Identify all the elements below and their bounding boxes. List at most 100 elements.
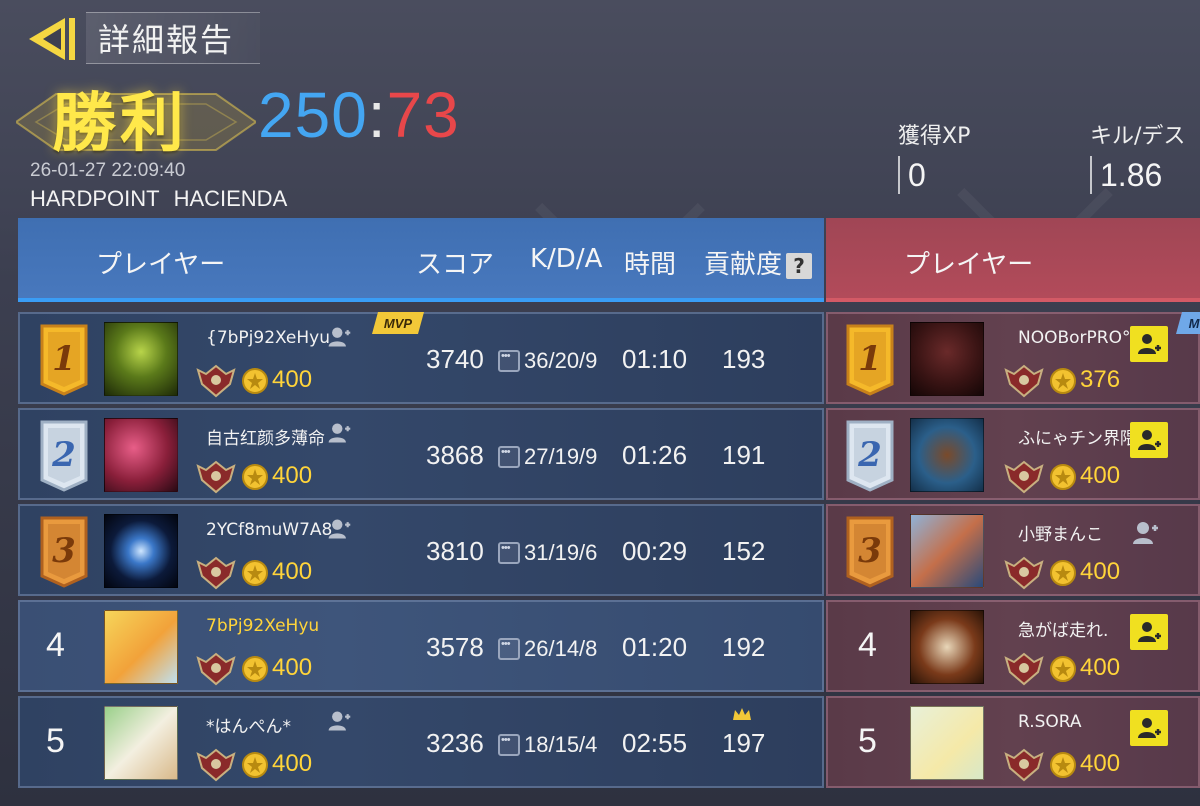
player-name: 自古红颜多薄命 — [206, 429, 325, 449]
player-kda: 27/19/9 — [524, 444, 598, 469]
rank-number: 4 — [858, 626, 877, 664]
player-name: 急がば走れ. — [1018, 621, 1109, 641]
player-name: {7bPj92XeHyu — [206, 328, 330, 348]
mode-map: HARDPOINT HACIENDA — [30, 186, 301, 212]
player-contribution: 152 — [722, 536, 766, 566]
mvp-label: M — [1189, 316, 1200, 331]
player-level: 400 — [1080, 462, 1121, 489]
player-time: 01:20 — [622, 632, 688, 662]
red-player-row[interactable]: 2 ふにゃチン界隈 400 — [826, 408, 1200, 500]
add-friend-button[interactable] — [1130, 422, 1168, 458]
player-contribution: 191 — [722, 440, 766, 470]
col-score: スコア — [416, 250, 495, 280]
player-level: 400 — [1080, 654, 1121, 681]
rank-badge-icon: 3 — [40, 516, 88, 588]
blue-player-row[interactable]: 3 2YCf8muW7A8 400 3810 31/19/6 00:29 152 — [18, 504, 824, 596]
rank-badge-icon: 3 — [846, 516, 894, 588]
coin-icon — [1050, 560, 1076, 586]
player-avatar[interactable] — [104, 610, 178, 684]
back-button[interactable] — [22, 12, 84, 66]
coin-icon — [242, 560, 268, 586]
blue-team-score: 250 — [258, 79, 368, 151]
chat-icon[interactable] — [498, 734, 520, 756]
player-score: 3810 — [426, 536, 484, 566]
coin-icon — [242, 368, 268, 394]
help-icon[interactable]: ? — [786, 252, 813, 279]
final-score: 250:73 — [258, 78, 460, 152]
red-player-row[interactable]: 3 小野まんこ 400 — [826, 504, 1200, 596]
blue-player-row[interactable]: 4 7bPj92XeHyu 400 3578 26/14/8 01:20 192 — [18, 600, 824, 692]
player-level: 400 — [272, 750, 313, 777]
blue-player-row[interactable]: 1 {7bPj92XeHyu 400 MVP 3740 36/20/9 01:10 1… — [18, 312, 824, 404]
add-friend-icon — [1138, 622, 1161, 642]
rank-number: 5 — [46, 722, 65, 760]
mvp-badge: MVP — [372, 312, 424, 334]
player-name: 小野まんこ — [1018, 525, 1103, 545]
victory-label: 勝利 — [52, 87, 188, 161]
xp-value: 0 — [908, 156, 926, 193]
player-score: 3740 — [426, 344, 484, 374]
xp-stat: 獲得XP 0 — [898, 118, 970, 194]
rank-emblem-icon — [1004, 748, 1044, 782]
add-friend-button[interactable] — [1130, 710, 1168, 746]
friend-icon[interactable] — [1130, 518, 1160, 548]
crown-icon — [733, 708, 751, 720]
add-friend-button[interactable] — [1130, 614, 1168, 650]
player-avatar[interactable] — [104, 514, 178, 588]
chat-icon[interactable] — [498, 542, 520, 564]
chat-icon[interactable] — [498, 350, 520, 372]
friend-icon[interactable] — [326, 324, 352, 350]
rank-number: 4 — [46, 626, 65, 664]
coin-icon — [242, 752, 268, 778]
add-friend-icon — [1138, 718, 1161, 738]
player-level: 400 — [1080, 750, 1121, 777]
player-name: 2YCf8muW7A8 — [206, 520, 333, 540]
col-contribution: 貢献度? — [704, 244, 813, 281]
score-separator: : — [367, 79, 387, 151]
col-kda: K/D/A — [530, 244, 603, 274]
player-contribution: 193 — [722, 344, 766, 374]
blue-player-row[interactable]: 2 自古红颜多薄命 400 3868 27/19/9 01:26 191 — [18, 408, 824, 500]
svg-text:1: 1 — [52, 339, 76, 379]
player-kda: 26/14/8 — [524, 636, 598, 661]
player-avatar[interactable] — [104, 418, 178, 492]
add-friend-button[interactable] — [1130, 326, 1168, 362]
rank-emblem-icon — [196, 364, 236, 398]
rank-emblem-icon — [196, 748, 236, 782]
player-level: 376 — [1080, 366, 1121, 393]
player-level: 400 — [272, 558, 313, 585]
rank-badge-icon: 1 — [40, 324, 88, 396]
player-contribution: 192 — [722, 632, 766, 662]
red-player-row[interactable]: 4 急がば走れ. 400 — [826, 600, 1200, 692]
player-avatar[interactable] — [910, 418, 984, 492]
mvp-label: MVP — [384, 316, 413, 331]
map-name: HACIENDA — [173, 186, 288, 211]
coin-icon — [1050, 752, 1076, 778]
player-avatar[interactable] — [104, 706, 178, 780]
player-kda: 31/19/6 — [524, 540, 598, 565]
blue-player-row[interactable]: 5 *はんぺん* 400 3236 18/15/4 02:55 197 — [18, 696, 824, 788]
rank-number: 5 — [858, 722, 877, 760]
player-score: 3236 — [426, 728, 484, 758]
coin-icon — [1050, 656, 1076, 682]
friend-icon[interactable] — [326, 516, 352, 542]
rank-emblem-icon — [1004, 556, 1044, 590]
red-player-row[interactable]: 1 NOOBorPRO° 376 M — [826, 312, 1200, 404]
player-name: ふにゃチン界隈 — [1018, 429, 1137, 449]
col-player-red: プレイヤー — [904, 250, 1034, 280]
red-player-row[interactable]: 5 R.SORA 400 — [826, 696, 1200, 788]
player-time: 01:26 — [622, 440, 688, 470]
rank-badge-icon: 2 — [846, 420, 894, 492]
player-avatar[interactable] — [910, 514, 984, 588]
player-avatar[interactable] — [910, 322, 984, 396]
chat-icon[interactable] — [498, 446, 520, 468]
chat-icon[interactable] — [498, 638, 520, 660]
friend-icon[interactable] — [326, 708, 352, 734]
friend-icon[interactable] — [326, 420, 352, 446]
player-avatar[interactable] — [910, 706, 984, 780]
page-title: 詳細報告 — [86, 12, 260, 64]
player-avatar[interactable] — [910, 610, 984, 684]
player-avatar[interactable] — [104, 322, 178, 396]
rank-emblem-icon — [1004, 652, 1044, 686]
svg-text:1: 1 — [858, 339, 882, 379]
